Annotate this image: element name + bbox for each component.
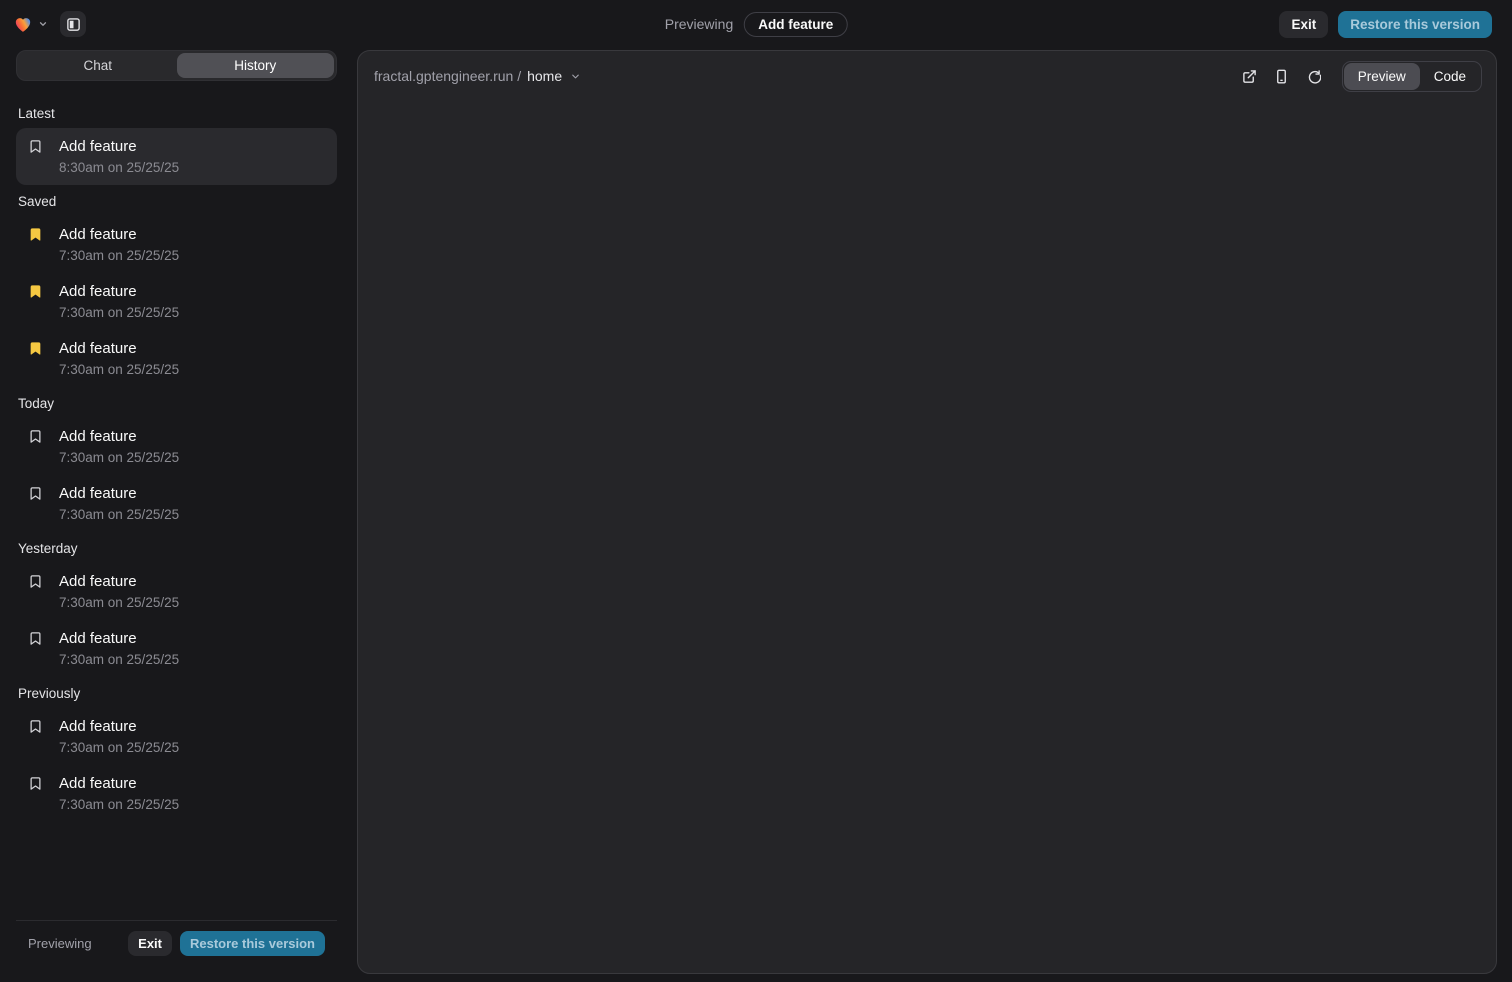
history-section: Yesterday Add feature 7:30am on 25/25/25…	[16, 541, 337, 677]
history-item-title: Add feature	[59, 775, 137, 792]
tab-chat[interactable]: Chat	[19, 53, 177, 78]
bookmark-outline-icon	[28, 719, 43, 734]
preview-actions: PreviewCode	[1236, 61, 1482, 92]
footer-previewing-label: Previewing	[28, 936, 92, 951]
history-item[interactable]: Add feature 7:30am on 25/25/25	[16, 273, 337, 330]
section-title: Today	[18, 396, 335, 411]
history-item-title: Add feature	[59, 283, 137, 300]
previewing-label: Previewing	[665, 16, 733, 32]
section-title: Yesterday	[18, 541, 335, 556]
lovable-logo-icon[interactable]	[12, 13, 34, 35]
open-external-button[interactable]	[1236, 62, 1264, 90]
sidebar-tabs: ChatHistory	[16, 50, 337, 81]
history-item-timestamp: 7:30am on 25/25/25	[59, 652, 325, 667]
section-items: Add feature 7:30am on 25/25/25 Add featu…	[16, 708, 337, 822]
bookmark-outline-icon	[28, 429, 43, 444]
bookmark-outline-icon	[28, 574, 43, 589]
section-items: Add feature 7:30am on 25/25/25 Add featu…	[16, 563, 337, 677]
footer-restore-version-button[interactable]: Restore this version	[180, 931, 325, 956]
history-item-timestamp: 7:30am on 25/25/25	[59, 248, 325, 263]
bookmark-outline-icon	[28, 486, 43, 501]
preview-viewport[interactable]	[358, 95, 1496, 973]
restore-version-button[interactable]: Restore this version	[1338, 11, 1492, 38]
footer-exit-button[interactable]: Exit	[128, 931, 172, 956]
section-items: Add feature 7:30am on 25/25/25 Add featu…	[16, 418, 337, 532]
history-item[interactable]: Add feature 7:30am on 25/25/25	[16, 216, 337, 273]
history-section: Previously Add feature 7:30am on 25/25/2…	[16, 686, 337, 822]
history-item-timestamp: 7:30am on 25/25/25	[59, 362, 325, 377]
toggle-code[interactable]: Code	[1420, 63, 1480, 90]
history-item-timestamp: 7:30am on 25/25/25	[59, 797, 325, 812]
brand	[12, 13, 48, 35]
bookmark-outline-icon	[28, 631, 43, 646]
version-badge[interactable]: Add feature	[744, 12, 847, 37]
history-item-title: Add feature	[59, 630, 137, 647]
url-chevron-down-icon	[570, 71, 581, 82]
history-sidebar: ChatHistory Latest Add feature 8:30am on…	[16, 50, 337, 966]
preview-url-prefix: fractal.gptengineer.run /	[374, 68, 521, 84]
preview-url-selector[interactable]: fractal.gptengineer.run / home	[374, 68, 581, 84]
history-item-title: Add feature	[59, 138, 137, 155]
sidebar-toggle-button[interactable]	[60, 11, 86, 37]
sidebar-footer: Previewing Exit Restore this version	[16, 920, 337, 966]
refresh-icon	[1306, 69, 1321, 84]
preview-url-page: home	[527, 68, 562, 84]
history-item-timestamp: 7:30am on 25/25/25	[59, 450, 325, 465]
history-item-title: Add feature	[59, 340, 137, 357]
history-item-timestamp: 7:30am on 25/25/25	[59, 305, 325, 320]
history-item[interactable]: Add feature 7:30am on 25/25/25	[16, 475, 337, 532]
history-section: Today Add feature 7:30am on 25/25/25 Add…	[16, 396, 337, 532]
exit-button[interactable]: Exit	[1279, 11, 1328, 38]
bookmark-outline-icon	[28, 139, 43, 154]
section-title: Previously	[18, 686, 335, 701]
history-item-title: Add feature	[59, 428, 137, 445]
history-item-title: Add feature	[59, 226, 137, 243]
preview-panel-header: fractal.gptengineer.run / home	[358, 51, 1496, 95]
topbar-actions: Exit Restore this version	[1279, 11, 1492, 38]
tab-history[interactable]: History	[177, 53, 335, 78]
panel-left-icon	[66, 17, 81, 32]
section-title: Latest	[18, 106, 335, 121]
history-item[interactable]: Add feature 7:30am on 25/25/25	[16, 765, 337, 822]
history-list: Latest Add feature 8:30am on 25/25/25 Sa…	[16, 81, 337, 920]
brand-chevron-down-icon[interactable]	[38, 19, 48, 29]
history-item[interactable]: Add feature 8:30am on 25/25/25	[16, 128, 337, 185]
history-item-timestamp: 7:30am on 25/25/25	[59, 740, 325, 755]
bookmark-filled-icon	[28, 341, 43, 356]
history-item-timestamp: 7:30am on 25/25/25	[59, 507, 325, 522]
history-item[interactable]: Add feature 7:30am on 25/25/25	[16, 330, 337, 387]
bookmark-outline-icon	[28, 776, 43, 791]
view-toggle: PreviewCode	[1342, 61, 1482, 92]
section-items: Add feature 8:30am on 25/25/25	[16, 128, 337, 185]
history-section: Saved Add feature 7:30am on 25/25/25 Add…	[16, 194, 337, 387]
history-item-title: Add feature	[59, 485, 137, 502]
topbar-center: Previewing Add feature	[665, 12, 848, 37]
section-title: Saved	[18, 194, 335, 209]
bookmark-filled-icon	[28, 227, 43, 242]
toggle-preview[interactable]: Preview	[1344, 63, 1420, 90]
history-item-title: Add feature	[59, 718, 137, 735]
topbar: Previewing Add feature Exit Restore this…	[0, 0, 1512, 48]
bookmark-filled-icon	[28, 284, 43, 299]
external-link-icon	[1242, 69, 1257, 84]
history-item[interactable]: Add feature 7:30am on 25/25/25	[16, 563, 337, 620]
mobile-view-button[interactable]	[1268, 62, 1296, 90]
smartphone-icon	[1274, 69, 1289, 84]
refresh-button[interactable]	[1300, 62, 1328, 90]
history-item[interactable]: Add feature 7:30am on 25/25/25	[16, 708, 337, 765]
preview-panel: fractal.gptengineer.run / home	[357, 50, 1497, 974]
history-item[interactable]: Add feature 7:30am on 25/25/25	[16, 418, 337, 475]
section-items: Add feature 7:30am on 25/25/25 Add featu…	[16, 216, 337, 387]
history-item-timestamp: 7:30am on 25/25/25	[59, 595, 325, 610]
history-item[interactable]: Add feature 7:30am on 25/25/25	[16, 620, 337, 677]
history-item-title: Add feature	[59, 573, 137, 590]
history-section: Latest Add feature 8:30am on 25/25/25	[16, 106, 337, 185]
history-item-timestamp: 8:30am on 25/25/25	[59, 160, 325, 175]
